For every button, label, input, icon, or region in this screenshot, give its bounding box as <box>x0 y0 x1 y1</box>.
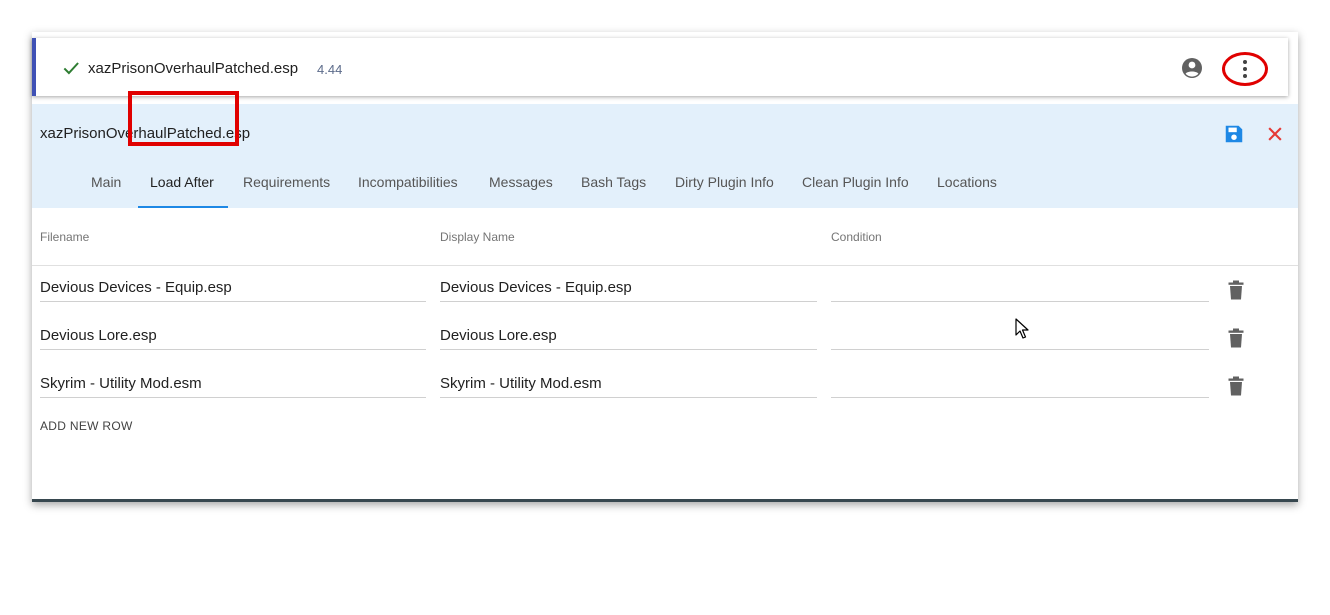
tab-main[interactable]: Main <box>91 174 121 190</box>
table-row: Devious Lore.esp Devious Lore.esp <box>32 314 1298 362</box>
close-icon[interactable] <box>1265 124 1285 144</box>
column-header-filename: Filename <box>40 230 90 244</box>
more-vert-icon <box>1243 60 1247 78</box>
tab-incompatibilities[interactable]: Incompatibilities <box>358 174 458 190</box>
plugin-name: xazPrisonOverhaulPatched.esp <box>88 60 299 77</box>
tab-bash-tags[interactable]: Bash Tags <box>581 174 646 190</box>
filename-field[interactable]: Skyrim - Utility Mod.esm <box>40 362 426 398</box>
editor-title: xazPrisonOverhaulPatched.esp <box>40 125 251 142</box>
add-new-row-button[interactable]: ADD NEW ROW <box>40 419 133 433</box>
column-header-display-name: Display Name <box>440 230 515 244</box>
editor-tabs: Main Load After Requirements Incompatibi… <box>32 164 1298 208</box>
table-row: Skyrim - Utility Mod.esm Skyrim - Utilit… <box>32 362 1298 410</box>
condition-field[interactable] <box>831 362 1209 398</box>
column-header-condition: Condition <box>831 230 882 244</box>
tab-locations[interactable]: Locations <box>937 174 997 190</box>
plugin-version: 4.44 <box>317 62 343 77</box>
display-name-field[interactable]: Skyrim - Utility Mod.esm <box>440 362 817 398</box>
display-name-field[interactable]: Devious Devices - Equip.esp <box>440 266 817 302</box>
trash-icon[interactable] <box>1228 280 1244 300</box>
trash-icon[interactable] <box>1228 328 1244 348</box>
tab-clean-plugin-info[interactable]: Clean Plugin Info <box>802 174 909 190</box>
filename-field[interactable]: Devious Devices - Equip.esp <box>40 266 426 302</box>
check-icon <box>63 62 79 75</box>
tab-load-after[interactable]: Load After <box>150 174 214 190</box>
tab-dirty-plugin-info[interactable]: Dirty Plugin Info <box>675 174 774 190</box>
active-tab-indicator <box>138 206 228 208</box>
trash-icon[interactable] <box>1228 376 1244 396</box>
account-circle-icon[interactable] <box>1180 56 1204 80</box>
plugin-window: xazPrisonOverhaulPatched.esp 4.44 xazPri… <box>32 32 1298 502</box>
tab-requirements[interactable]: Requirements <box>243 174 330 190</box>
plugin-card[interactable]: xazPrisonOverhaulPatched.esp 4.44 <box>32 38 1288 96</box>
tab-messages[interactable]: Messages <box>489 174 553 190</box>
filename-field[interactable]: Devious Lore.esp <box>40 314 426 350</box>
mouse-cursor-icon <box>1015 318 1029 339</box>
save-icon[interactable] <box>1223 123 1245 145</box>
display-name-field[interactable]: Devious Lore.esp <box>440 314 817 350</box>
plugin-editor: xazPrisonOverhaulPatched.esp Main Load A… <box>32 104 1298 208</box>
more-options-button[interactable] <box>1222 52 1268 86</box>
table-row: Devious Devices - Equip.esp Devious Devi… <box>32 266 1298 314</box>
condition-field[interactable] <box>831 266 1209 302</box>
